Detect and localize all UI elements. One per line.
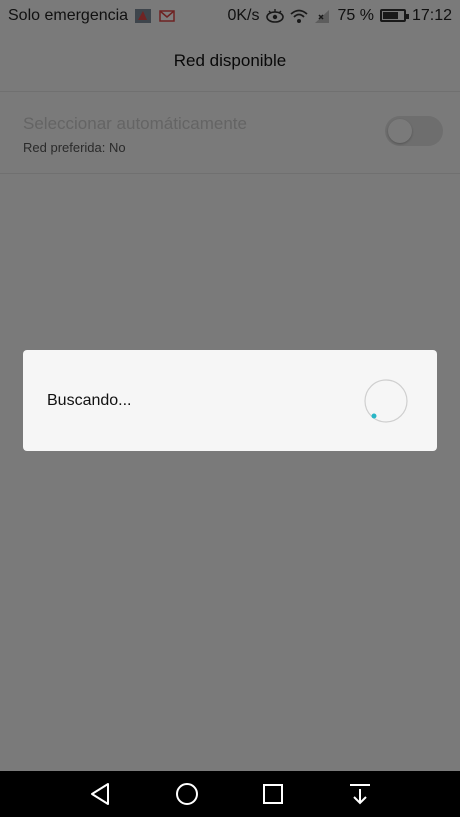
home-icon[interactable]: [172, 779, 202, 809]
notifications-pulldown-icon[interactable]: [345, 779, 375, 809]
navigation-bar: [0, 771, 460, 817]
searching-dialog: Buscando...: [23, 350, 437, 451]
searching-message: Buscando...: [47, 392, 132, 409]
back-icon[interactable]: [86, 779, 116, 809]
recents-icon[interactable]: [258, 779, 288, 809]
loading-spinner-icon: [364, 379, 408, 423]
